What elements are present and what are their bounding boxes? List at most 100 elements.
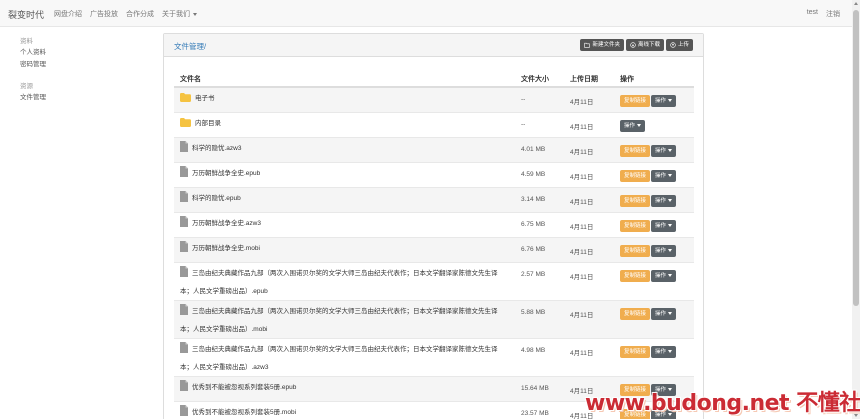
page-scrollbar[interactable] (852, 0, 860, 419)
upload-button[interactable]: 上传 (665, 39, 693, 51)
file-name-cell[interactable]: 三岛由纪夫典藏作品九部（两次入围诺贝尔奖的文学大师三岛由纪夫代表作；日本文学翻译… (174, 337, 515, 376)
file-name[interactable]: 万历朝鲜战争全史.azw3 (192, 220, 261, 227)
action-dropdown-button[interactable]: 操作 (651, 219, 677, 232)
folder-icon (180, 93, 191, 109)
file-name[interactable]: 三岛由纪夫典藏作品九部（两次入围诺贝尔奖的文学大师三岛由纪夫代表作；日本文学翻译… (180, 308, 498, 333)
header-name[interactable]: 文件名 (174, 71, 515, 88)
upload-date: 4月11日 (564, 161, 614, 187)
user-name-link[interactable]: test (807, 9, 818, 19)
new-folder-button[interactable]: 新建文件夹 (580, 39, 624, 51)
copy-link-button[interactable]: 复制链接 (620, 144, 651, 157)
nav-user-area: test 注销 (807, 9, 840, 19)
file-name[interactable]: 科学的隐忧.azw3 (192, 145, 241, 152)
chevron-down-icon (637, 123, 642, 127)
action-dropdown-button[interactable]: 操作 (651, 345, 677, 358)
file-name-cell[interactable]: 三岛由纪夫典藏作品九部（两次入围诺贝尔奖的文学大师三岛由纪夫代表作；日本文学翻译… (174, 261, 515, 300)
action-dropdown-button[interactable]: 操作 (651, 244, 677, 257)
table-row[interactable]: 三岛由纪夫典藏作品九部（两次入围诺贝尔奖的文学大师三岛由纪夫代表作；日本文学翻译… (174, 299, 694, 338)
file-name[interactable]: 三岛由纪夫典藏作品九部（两次入围诺贝尔奖的文学大师三岛由纪夫代表作；日本文学翻译… (180, 346, 498, 371)
scroll-up-arrow-icon[interactable] (854, 2, 858, 5)
action-dropdown-label: 操作 (655, 147, 667, 154)
table-row[interactable]: 万历朝鲜战争全史.mobi 6.76 MB 4月11日 复制链接 操作 (174, 236, 694, 262)
action-dropdown-button[interactable]: 操作 (651, 144, 677, 157)
action-dropdown-button[interactable]: 操作 (651, 269, 677, 282)
header-date[interactable]: 上传日期 (564, 71, 614, 88)
table-row[interactable]: 万历朝鲜战争全史.epub 4.59 MB 4月11日 复制链接 操作 (174, 161, 694, 187)
action-dropdown-button[interactable]: 操作 (651, 194, 677, 207)
top-navbar: 裂变时代 网盘介绍 广告投放 合作分成 关于我们 test 注销 (0, 0, 852, 27)
action-dropdown-button[interactable]: 操作 (651, 95, 677, 107)
sidebar-item-files[interactable]: 文件管理 (20, 92, 140, 104)
header-size[interactable]: 文件大小 (515, 71, 564, 88)
file-size: 6.76 MB (515, 236, 564, 262)
copy-link-button[interactable]: 复制链接 (620, 307, 651, 320)
file-name[interactable]: 三岛由纪夫典藏作品九部（两次入围诺贝尔奖的文学大师三岛由纪夫代表作；日本文学翻译… (180, 270, 498, 295)
copy-link-button[interactable]: 复制链接 (620, 269, 651, 282)
action-dropdown-button[interactable]: 操作 (620, 119, 646, 132)
file-name[interactable]: 万历朝鲜战争全史.mobi (192, 245, 260, 252)
file-name-cell[interactable]: 优秀到不能被忽视系列套装5册.epub (174, 375, 515, 401)
panel-heading: 文件管理/ 新建文件夹 离线下载 上传 (164, 34, 703, 57)
table-row[interactable]: 万历朝鲜战争全史.azw3 6.75 MB 4月11日 复制链接 操作 (174, 211, 694, 237)
upload-label: 上传 (677, 42, 689, 48)
nav-link-ads[interactable]: 广告投放 (90, 9, 118, 19)
nav-dropdown-about[interactable]: 关于我们 (162, 9, 197, 19)
sidebar-item-profile[interactable]: 个人资料 (20, 47, 140, 59)
nav-links: 网盘介绍 广告投放 合作分成 关于我们 (54, 9, 197, 19)
sidebar-item-password[interactable]: 密码管理 (20, 59, 140, 71)
action-cell: 复制链接 操作 (614, 136, 694, 162)
action-dropdown-button[interactable]: 操作 (651, 307, 677, 320)
file-name[interactable]: 电子书 (195, 95, 215, 102)
table-row[interactable]: 三岛由纪夫典藏作品九部（两次入围诺贝尔奖的文学大师三岛由纪夫代表作；日本文学翻译… (174, 261, 694, 300)
file-icon (180, 404, 188, 419)
breadcrumb[interactable]: 文件管理/ (174, 41, 206, 52)
file-name-cell[interactable]: 万历朝鲜战争全史.azw3 (174, 211, 515, 237)
file-name-cell[interactable]: 万历朝鲜战争全史.mobi (174, 236, 515, 262)
action-dropdown-button[interactable]: 操作 (651, 169, 677, 182)
file-name[interactable]: 科学的隐忧.epub (192, 195, 241, 202)
file-name[interactable]: 优秀到不能被忽视系列套装5册.mobi (192, 409, 296, 416)
brand-logo[interactable]: 裂变时代 (8, 8, 44, 21)
nav-link-partner[interactable]: 合作分成 (126, 9, 154, 19)
file-name-cell[interactable]: 三岛由纪夫典藏作品九部（两次入围诺贝尔奖的文学大师三岛由纪夫代表作；日本文学翻译… (174, 299, 515, 338)
upload-date: 4月11日 (564, 211, 614, 237)
copy-link-button[interactable]: 复制链接 (620, 345, 651, 358)
table-row[interactable]: 科学的隐忧.azw3 4.01 MB 4月11日 复制链接 操作 (174, 136, 694, 162)
file-name-cell[interactable]: 电子书 (174, 86, 515, 112)
copy-link-button[interactable]: 复制链接 (620, 95, 651, 107)
offline-download-button[interactable]: 离线下载 (625, 39, 664, 51)
table-row[interactable]: 内部目录 -- 4月11日 操作 (174, 111, 694, 137)
table-row[interactable]: 科学的隐忧.epub 3.14 MB 4月11日 复制链接 操作 (174, 186, 694, 212)
copy-link-button[interactable]: 复制链接 (620, 219, 651, 232)
upload-date: 4月11日 (564, 111, 614, 137)
file-name[interactable]: 内部目录 (195, 120, 221, 127)
file-icon (180, 379, 188, 398)
copy-link-button[interactable]: 复制链接 (620, 194, 651, 207)
scroll-thumb[interactable] (853, 10, 859, 306)
file-size: 6.75 MB (515, 211, 564, 237)
file-name-cell[interactable]: 万历朝鲜战争全史.epub (174, 161, 515, 187)
file-name[interactable]: 万历朝鲜战争全史.epub (192, 170, 260, 177)
file-name-cell[interactable]: 优秀到不能被忽视系列套装5册.mobi (174, 400, 515, 419)
file-table: 文件名 文件大小 上传日期 操作 电子书 -- 4月11日 复制链接 操作 内部目录 -- 4… (174, 71, 694, 419)
nav-link-intro[interactable]: 网盘介绍 (54, 9, 82, 19)
action-dropdown-label: 操作 (655, 310, 667, 317)
new-folder-label: 新建文件夹 (592, 42, 620, 48)
chevron-down-icon (668, 99, 673, 103)
copy-link-button[interactable]: 复制链接 (620, 169, 651, 182)
file-name[interactable]: 优秀到不能被忽视系列套装5册.epub (192, 384, 296, 391)
action-cell: 复制链接 操作 (614, 337, 694, 376)
file-name-cell[interactable]: 科学的隐忧.epub (174, 186, 515, 212)
table-row[interactable]: 电子书 -- 4月11日 复制链接 操作 (174, 86, 694, 112)
copy-link-button[interactable]: 复制链接 (620, 244, 651, 257)
file-name-cell[interactable]: 科学的隐忧.azw3 (174, 136, 515, 162)
file-size: 23.57 MB (515, 400, 564, 419)
action-dropdown-label: 操作 (655, 272, 667, 279)
table-row[interactable]: 三岛由纪夫典藏作品九部（两次入围诺贝尔奖的文学大师三岛由纪夫代表作；日本文学翻译… (174, 337, 694, 376)
action-dropdown-label: 操作 (655, 247, 667, 254)
file-name-cell[interactable]: 内部目录 (174, 111, 515, 137)
action-cell: 复制链接 操作 (614, 261, 694, 300)
file-size: -- (515, 86, 564, 112)
logout-link[interactable]: 注销 (826, 9, 840, 19)
file-size: 5.88 MB (515, 299, 564, 338)
